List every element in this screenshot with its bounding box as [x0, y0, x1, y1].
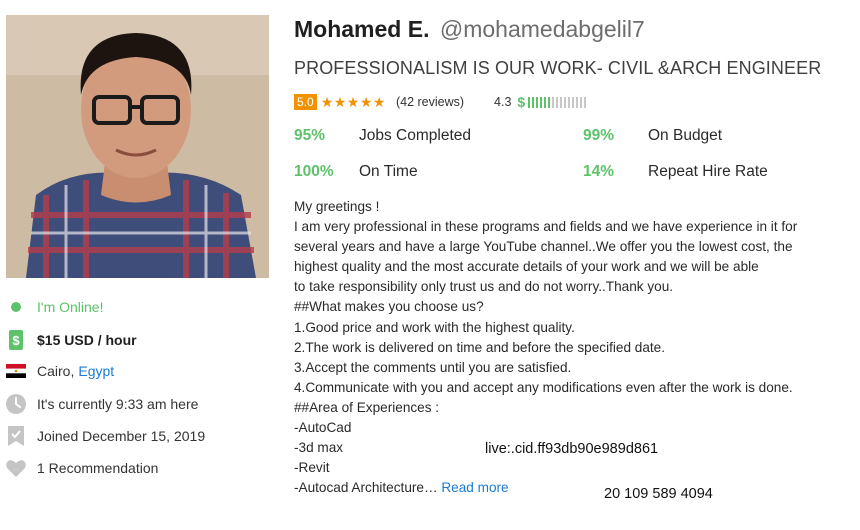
online-dot-icon	[5, 296, 27, 318]
online-status-text: I'm Online!	[37, 299, 104, 315]
stat-repeat-hire: 14% Repeat Hire Rate	[583, 163, 768, 181]
earnings-bar-segment	[576, 96, 579, 108]
stat-label: On Budget	[648, 127, 723, 144]
profile-header: Mohamed E. @mohamedabgelil7	[294, 16, 645, 43]
stat-jobs-completed: 95% Jobs Completed	[294, 127, 471, 145]
read-more-link[interactable]: Read more	[441, 480, 508, 495]
local-time-text: It's currently 9:33 am here	[37, 396, 199, 412]
recommendations: 1 Recommendation	[5, 457, 158, 479]
profile-photo-illustration	[6, 15, 269, 278]
location: Cairo, Egypt	[5, 360, 114, 382]
stat-percent: 100%	[294, 163, 334, 180]
rating-score-badge: 5.0	[294, 94, 317, 110]
stat-percent: 95%	[294, 127, 326, 144]
bio-line: -AutoCad	[294, 420, 352, 436]
joined-date: Joined December 15, 2019	[5, 425, 205, 447]
badge-icon	[5, 425, 27, 447]
bio-line: 3.Accept the comments until you are sati…	[294, 359, 572, 375]
overlay-phone-text: 20 109 589 4094	[604, 486, 713, 502]
earnings-score: 4.3	[494, 95, 512, 109]
earnings-bar-segment	[580, 96, 583, 108]
earnings-bar-segment	[584, 96, 587, 108]
bio-line: -Revit	[294, 460, 330, 476]
dollar-tag-icon: $	[5, 329, 27, 351]
reviews-count-link[interactable]: (42 reviews)	[396, 95, 464, 109]
earnings-bar-segment	[532, 96, 535, 108]
heart-icon	[5, 457, 27, 479]
stat-label: Jobs Completed	[359, 127, 472, 144]
stat-label: Repeat Hire Rate	[648, 163, 768, 180]
bio-line: 1.Good price and work with the highest q…	[294, 319, 575, 335]
recommendations-text: 1 Recommendation	[37, 460, 159, 476]
earnings-bar-segment	[544, 96, 547, 108]
earnings-level-bar	[528, 96, 587, 108]
bio-line: to take responsibility only trust us and…	[294, 279, 674, 295]
earnings-bar-segment	[572, 96, 575, 108]
rating-summary: 5.0 ★★★★★ (42 reviews) 4.3 $	[294, 93, 587, 111]
stat-percent: 99%	[583, 127, 615, 144]
overlay-cid-text: live:.cid.ff93db90e989d861	[485, 441, 659, 457]
earnings-bar-segment	[540, 96, 543, 108]
hourly-rate: $ $15 USD / hour	[5, 329, 137, 351]
bio-line: several years and have a large YouTube c…	[294, 239, 793, 255]
earnings-bar-segment	[552, 96, 555, 108]
hourly-rate-text: $15 USD / hour	[37, 332, 137, 348]
profile-handle: @mohamedabgelil7	[439, 16, 645, 42]
local-time: It's currently 9:33 am here	[5, 393, 198, 415]
bio-line: -Autocad Architecture…	[294, 480, 438, 496]
online-status: I'm Online!	[5, 296, 103, 318]
bio-line: ##What makes you choose us?	[294, 299, 484, 315]
egypt-flag-icon	[5, 360, 27, 382]
profile-tagline: PROFESSIONALISM IS OUR WORK- CIVIL &ARCH…	[294, 58, 822, 78]
earnings-bar-segment	[528, 96, 531, 108]
stat-label: On Time	[359, 163, 418, 180]
profile-sidebar: I'm Online! $ $15 USD / hour Cairo, Egyp…	[0, 0, 280, 530]
bio-line: I am very professional in these programs…	[294, 219, 798, 235]
stat-on-time: 100% On Time	[294, 163, 418, 181]
earnings-bar-segment	[548, 96, 551, 108]
bio-line: My greetings !	[294, 199, 380, 214]
earnings-bar-segment	[564, 96, 567, 108]
location-country-link[interactable]: Egypt	[78, 363, 114, 379]
stat-percent: 14%	[583, 163, 615, 180]
earnings-bar-segment	[568, 96, 571, 108]
clock-icon	[5, 393, 27, 415]
earnings-bar-segment	[556, 96, 559, 108]
earnings-bar-segment	[536, 96, 539, 108]
profile-photo	[6, 15, 269, 278]
location-city: Cairo,	[37, 363, 75, 379]
bio-line: highest quality and the most accurate de…	[294, 259, 759, 275]
profile-name: Mohamed E.	[294, 16, 430, 42]
dollar-icon: $	[517, 94, 526, 110]
joined-date-text: Joined December 15, 2019	[37, 428, 206, 444]
stat-on-budget: 99% On Budget	[583, 127, 722, 145]
bio-line-last: -Autocad Architecture… Read more	[294, 478, 844, 498]
star-rating-icon: ★★★★★	[320, 93, 386, 110]
bio-line: 2.The work is delivered on time and befo…	[294, 339, 666, 355]
svg-text:$: $	[12, 333, 20, 348]
bio-line: 4.Communicate with you and accept any mo…	[294, 379, 793, 395]
earnings-bar-segment	[560, 96, 563, 108]
bio-line: ##Area of Experiences :	[294, 399, 440, 415]
